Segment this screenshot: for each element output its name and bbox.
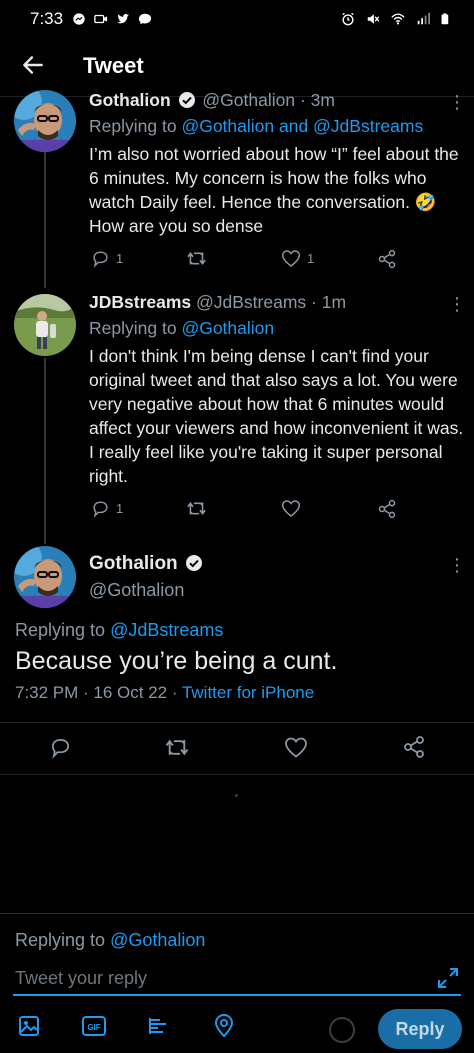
status-bar: 7:33: [0, 0, 474, 38]
like-action[interactable]: 1: [281, 249, 314, 268]
loading-dot: [235, 794, 238, 797]
reply-icon: [93, 501, 108, 518]
like-action[interactable]: [281, 499, 301, 518]
header-title: Tweet: [83, 53, 144, 78]
replying-to-line: Replying to @Gothalion: [89, 318, 274, 339]
svg-text:GIF: GIF: [87, 1023, 100, 1032]
tweet-age: · 3m: [299, 90, 335, 110]
divider: [0, 774, 474, 775]
main-like-action[interactable]: [284, 736, 308, 759]
replying-to-mentions[interactable]: @Gothalion: [181, 318, 274, 338]
avatar-image: [14, 294, 76, 356]
tweet-age: · 1m: [311, 292, 347, 312]
tweet-source-link[interactable]: Twitter for iPhone: [182, 683, 314, 702]
reply-action[interactable]: 1: [91, 249, 123, 268]
share-icon: [378, 499, 396, 519]
composer-replying-prefix: Replying to: [15, 930, 106, 950]
expand-composer-icon[interactable]: [436, 966, 460, 990]
avatar-gothalion[interactable]: [14, 546, 76, 608]
reply-count: 1: [116, 501, 124, 516]
main-share-action[interactable]: [402, 735, 426, 759]
replying-to-line: Replying to @Gothalion and @JdBstreams: [89, 116, 423, 137]
messenger-icon: [73, 13, 85, 25]
reply-icon: [93, 251, 108, 268]
gif-icon[interactable]: GIF: [81, 1014, 107, 1038]
composer-divider: [0, 913, 474, 914]
avatar-image: [14, 546, 76, 608]
reply-button[interactable]: Reply: [378, 1009, 462, 1049]
author-name[interactable]: JDBstreams: [89, 292, 191, 312]
chat-icon: [138, 13, 152, 25]
divider: [0, 722, 474, 723]
main-author-handle[interactable]: @Gothalion: [89, 580, 184, 601]
reply-action[interactable]: 1: [91, 499, 123, 518]
heart-icon: [281, 500, 301, 517]
thread-line: [44, 150, 46, 288]
twitter-bird-icon: [116, 13, 130, 24]
retweet-icon: [165, 739, 189, 756]
tweet-header: Gothalion @Gothalion · 3m: [89, 90, 335, 111]
replying-to-line: Replying to @JdBstreams: [15, 620, 223, 641]
retweet-icon: [187, 502, 206, 515]
verified-badge-icon: [185, 555, 202, 571]
reply-input[interactable]: [13, 962, 461, 996]
replying-prefix: Replying to: [89, 116, 177, 136]
image-icon[interactable]: [17, 1014, 41, 1038]
share-action[interactable]: [377, 249, 397, 269]
composer-replying-to: Replying to @Gothalion: [15, 930, 205, 951]
author-handle[interactable]: @JdBstreams: [196, 292, 306, 312]
replying-to-mentions[interactable]: @JdBstreams: [110, 620, 223, 640]
more-options-icon[interactable]: ⋮: [448, 92, 466, 113]
replying-prefix: Replying to: [89, 318, 177, 338]
status-time: 7:33: [30, 9, 64, 28]
verified-badge-icon: [178, 92, 195, 108]
reply-icon: [51, 738, 70, 759]
avatar-jdbstreams[interactable]: [14, 294, 76, 356]
main-tweet-text: Because you’re being a cunt.: [15, 647, 338, 675]
timestamp-text: 7:32 PM · 16 Oct 22 ·: [15, 683, 182, 702]
heart-icon: [281, 250, 301, 267]
avatar-gothalion[interactable]: [14, 90, 76, 152]
avatar-image: [14, 90, 76, 152]
tweet-text: I don't think I'm being dense I can't fi…: [89, 346, 464, 486]
reply-count: 1: [116, 251, 124, 266]
video-icon: [94, 14, 108, 24]
replying-prefix: Replying to: [15, 620, 106, 640]
author-handle[interactable]: @Gothalion: [202, 90, 295, 110]
main-reply-action[interactable]: [49, 736, 72, 759]
top-header: Tweet: [0, 40, 474, 92]
wifi-icon: [391, 13, 405, 25]
replying-to-mentions[interactable]: @Gothalion and @JdBstreams: [181, 116, 423, 136]
tweet-text: I’m also not worried about how “I” feel …: [89, 144, 459, 236]
composer-replying-mention[interactable]: @Gothalion: [110, 930, 205, 950]
main-author-name-text: Gothalion: [89, 553, 178, 574]
back-arrow-icon[interactable]: [20, 52, 46, 78]
author-name[interactable]: Gothalion: [89, 90, 171, 110]
main-retweet-action[interactable]: [164, 736, 190, 759]
main-author-name[interactable]: Gothalion: [89, 553, 205, 575]
share-icon: [404, 736, 424, 758]
alarm-icon: [342, 12, 354, 26]
tweet-header: JDBstreams @JdBstreams · 1m: [89, 292, 346, 313]
heart-icon: [285, 737, 307, 758]
share-action[interactable]: [377, 499, 397, 519]
retweet-icon: [187, 252, 206, 265]
retweet-action[interactable]: [186, 249, 207, 268]
mute-icon: [367, 14, 380, 24]
share-icon: [378, 249, 396, 269]
character-count-ring: [329, 1017, 355, 1043]
like-count: 1: [307, 251, 315, 266]
location-icon[interactable]: [212, 1014, 236, 1038]
tweet-timestamp: 7:32 PM · 16 Oct 22 · Twitter for iPhone: [15, 683, 314, 703]
more-options-icon[interactable]: ⋮: [448, 294, 466, 315]
more-options-icon[interactable]: ⋮: [448, 555, 466, 576]
thread-line: [44, 358, 46, 544]
battery-icon: [441, 13, 449, 25]
poll-icon[interactable]: [146, 1014, 170, 1038]
signal-icon: [417, 12, 430, 25]
retweet-action[interactable]: [186, 499, 207, 518]
